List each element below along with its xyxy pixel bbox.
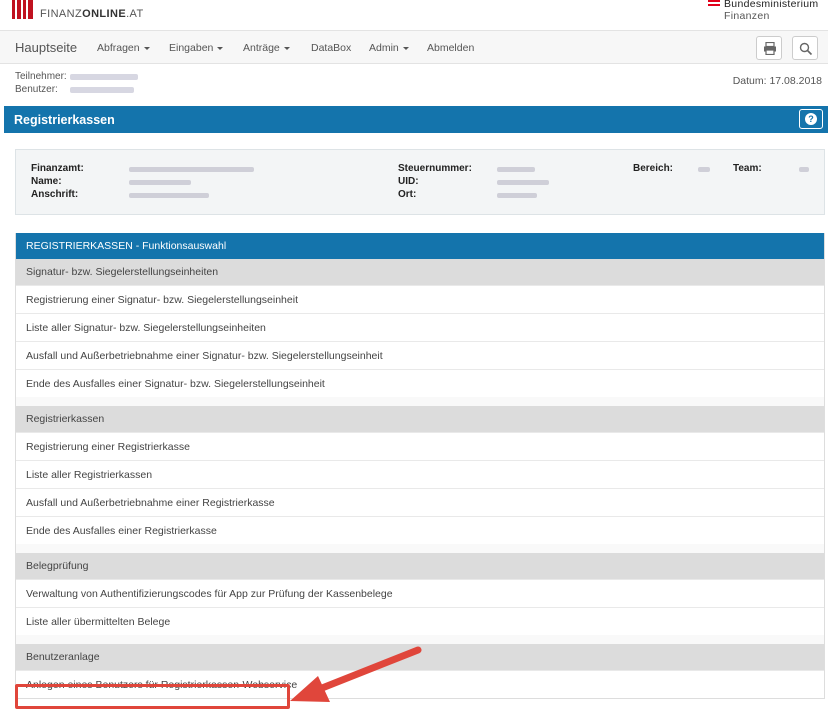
- nav-abmelden[interactable]: Abmelden: [427, 42, 474, 54]
- participant-info: Teilnehmer: Benutzer: Datum: 17.08.2018: [0, 64, 828, 104]
- function-selection-panel: REGISTRIERKASSEN - Funktionsauswahl Sign…: [15, 233, 825, 699]
- finanzonline-logo-text[interactable]: FINANZONLINE.AT: [40, 8, 144, 20]
- ministry-name-line1: Bundesministerium: [724, 0, 819, 10]
- bereich-value-redacted: [698, 167, 710, 172]
- nav-admin[interactable]: Admin: [369, 42, 409, 54]
- annotation-arrow-icon: [290, 646, 422, 702]
- bereich-label: Bereich:: [633, 163, 674, 174]
- chevron-down-icon: [283, 46, 290, 50]
- benutzer-value-redacted: [70, 87, 134, 93]
- nav-home-link[interactable]: Hauptseite: [15, 40, 77, 55]
- section-signatur: Signatur- bzw. Siegelerstellungseinheite…: [16, 259, 824, 285]
- search-button[interactable]: [792, 36, 818, 60]
- ort-label: Ort:: [398, 189, 417, 200]
- section-spacer: [16, 544, 824, 553]
- annotation-highlight-box: [15, 684, 290, 709]
- steuernummer-value-redacted: [497, 167, 535, 172]
- ort-value-redacted: [497, 193, 537, 198]
- steuernummer-label: Steuernummer:: [398, 163, 472, 174]
- uid-label: UID:: [398, 176, 419, 187]
- finanzonline-logo-icon[interactable]: [12, 0, 34, 19]
- anschrift-value-redacted: [129, 193, 209, 198]
- nav-antraege[interactable]: Anträge: [243, 42, 290, 54]
- finanzamt-value-redacted: [129, 167, 254, 172]
- team-label: Team:: [733, 163, 762, 174]
- question-circle-icon: ?: [805, 113, 817, 125]
- brand-bar: FINANZONLINE.AT Bundesministerium Finanz…: [0, 0, 828, 28]
- nav-eingaben[interactable]: Eingaben: [169, 42, 224, 54]
- link-ausfall-signatureinheit[interactable]: Ausfall und Außerbetriebnahme einer Sign…: [16, 341, 824, 369]
- name-label: Name:: [31, 176, 62, 187]
- function-panel-header: REGISTRIERKASSEN - Funktionsauswahl: [16, 233, 824, 259]
- link-registrierung-signatureinheit[interactable]: Registrierung einer Signatur- bzw. Siege…: [16, 285, 824, 313]
- help-button[interactable]: ?: [799, 109, 823, 129]
- link-liste-registrierkassen[interactable]: Liste aller Registrierkassen: [16, 460, 824, 488]
- ministry-name-line2: Finanzen: [724, 10, 770, 22]
- search-icon: [799, 42, 813, 56]
- page-header: Registrierkassen ?: [4, 106, 828, 133]
- nav-databox[interactable]: DataBox: [311, 42, 351, 54]
- printer-icon: [764, 42, 776, 55]
- main-navbar: Hauptseite Abfragen Eingaben Anträge Dat…: [0, 30, 828, 64]
- nav-abfragen[interactable]: Abfragen: [97, 42, 150, 54]
- team-value-redacted: [799, 167, 809, 172]
- date-display: Datum: 17.08.2018: [732, 75, 822, 87]
- page-title: Registrierkassen: [14, 113, 115, 127]
- section-belegpruefung: Belegprüfung: [16, 553, 824, 579]
- link-ende-ausfall-signatureinheit[interactable]: Ende des Ausfalles einer Signatur- bzw. …: [16, 369, 824, 397]
- link-ausfall-registrierkasse[interactable]: Ausfall und Außerbetriebnahme einer Regi…: [16, 488, 824, 516]
- taxpayer-info-box: Finanzamt: Name: Anschrift: Steuernummer…: [15, 149, 825, 215]
- print-button[interactable]: [756, 36, 782, 60]
- section-registrierkassen: Registrierkassen: [16, 406, 824, 432]
- teilnehmer-value-redacted: [70, 74, 138, 80]
- link-liste-signatureinheiten[interactable]: Liste aller Signatur- bzw. Siegelerstell…: [16, 313, 824, 341]
- austria-flag-icon: [708, 0, 720, 8]
- link-registrierung-registrierkasse[interactable]: Registrierung einer Registrierkasse: [16, 432, 824, 460]
- section-spacer: [16, 397, 824, 406]
- uid-value-redacted: [497, 180, 549, 185]
- teilnehmer-label: Teilnehmer:: [15, 71, 67, 82]
- anschrift-label: Anschrift:: [31, 189, 79, 200]
- link-liste-belege[interactable]: Liste aller übermittelten Belege: [16, 607, 824, 635]
- finanzamt-label: Finanzamt:: [31, 163, 84, 174]
- link-ende-ausfall-registrierkasse[interactable]: Ende des Ausfalles einer Registrierkasse: [16, 516, 824, 544]
- name-value-redacted: [129, 180, 191, 185]
- chevron-down-icon: [402, 46, 409, 50]
- link-verwaltung-authentifizierungscodes[interactable]: Verwaltung von Authentifizierungscodes f…: [16, 579, 824, 607]
- benutzer-label: Benutzer:: [15, 84, 58, 95]
- chevron-down-icon: [143, 46, 150, 50]
- chevron-down-icon: [217, 46, 224, 50]
